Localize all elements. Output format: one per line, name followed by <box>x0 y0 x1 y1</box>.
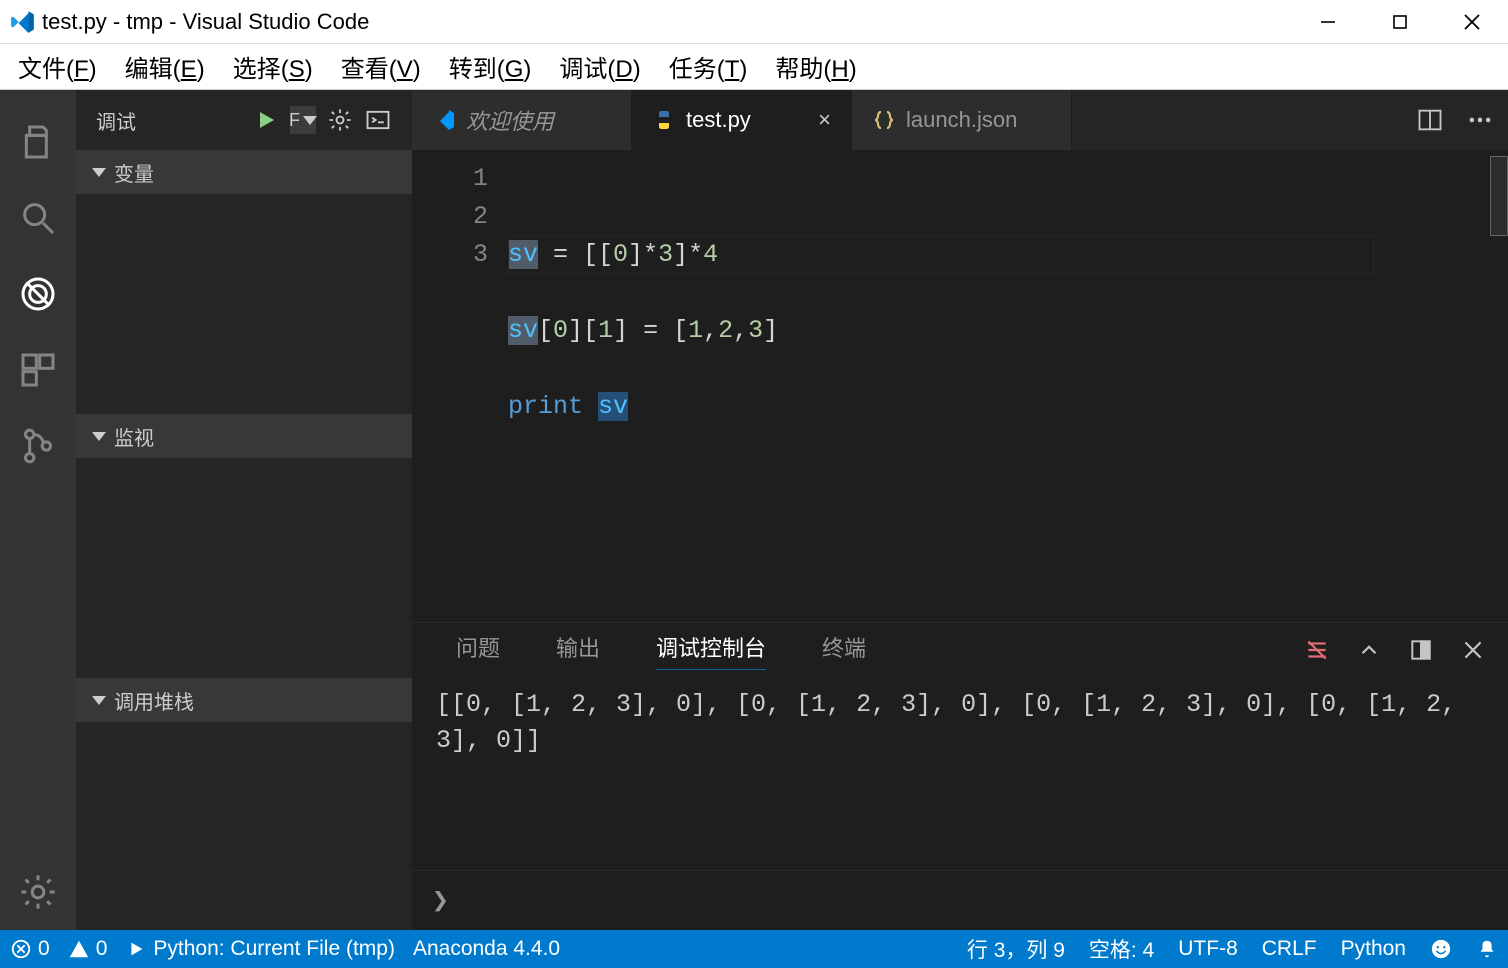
status-warnings[interactable]: 0 <box>68 937 108 961</box>
status-errors[interactable]: 0 <box>10 937 50 961</box>
line-number: 2 <box>412 198 488 236</box>
menu-select[interactable]: 选择(S) <box>219 49 327 84</box>
debug-header: 调试 F <box>76 90 412 150</box>
bottom-panel: 问题 输出 调试控制台 终端 [[0, [1, 2, 3], 0], [0, [… <box>412 622 1508 930</box>
tab-launchjson-label: launch.json <box>906 107 1017 133</box>
status-feedback-icon[interactable] <box>1430 938 1452 960</box>
tabbar: 欢迎使用 test.py × launch.json <box>412 90 1508 150</box>
tab-close-icon[interactable]: × <box>806 107 831 133</box>
close-button[interactable] <box>1436 0 1508 44</box>
activitybar <box>0 90 76 930</box>
close-panel-icon[interactable] <box>1460 637 1486 663</box>
extensions-icon[interactable] <box>0 332 76 408</box>
menu-file[interactable]: 文件(F) <box>4 49 111 84</box>
panel-tab-terminal[interactable]: 终端 <box>822 631 866 669</box>
panel-tabs: 问题 输出 调试控制台 终端 <box>412 623 1508 677</box>
window-title: test.py - tmp - Visual Studio Code <box>42 9 1292 35</box>
section-variables[interactable]: 变量 <box>76 150 412 194</box>
panel-tab-output[interactable]: 输出 <box>556 631 600 669</box>
split-editor-icon[interactable] <box>1416 106 1444 134</box>
menu-edit[interactable]: 编辑(E) <box>111 49 219 84</box>
start-debug-button[interactable] <box>252 106 280 134</box>
debug-console-input[interactable]: ❯ <box>412 870 1508 930</box>
minimap-slider[interactable] <box>1490 156 1508 236</box>
source-control-icon[interactable] <box>0 408 76 484</box>
vscode-icon <box>10 9 36 35</box>
window-controls <box>1292 0 1508 44</box>
status-language[interactable]: Python <box>1341 937 1406 961</box>
line-number: 1 <box>412 160 488 198</box>
search-icon[interactable] <box>0 180 76 256</box>
maximize-panel-icon[interactable] <box>1408 637 1434 663</box>
status-debug-launch[interactable]: Python: Current File (tmp) <box>125 937 395 961</box>
status-indentation[interactable]: 空格: 4 <box>1089 934 1154 964</box>
collapse-panel-icon[interactable] <box>1356 637 1382 663</box>
editor-group: 欢迎使用 test.py × launch.json 1 2 3 <box>412 90 1508 930</box>
debug-sidepanel: 调试 F 变量 监视 调用堆栈 <box>76 90 412 930</box>
section-watch[interactable]: 监视 <box>76 414 412 458</box>
python-file-icon <box>652 108 676 132</box>
debug-console-output[interactable]: [[0, [1, 2, 3], 0], [0, [1, 2, 3], 0], [… <box>412 677 1508 870</box>
maximize-button[interactable] <box>1364 0 1436 44</box>
tab-welcome-label: 欢迎使用 <box>466 104 554 136</box>
panel-tab-debugconsole[interactable]: 调试控制台 <box>656 631 766 670</box>
clear-console-icon[interactable] <box>1304 637 1330 663</box>
section-callstack-label: 调用堆栈 <box>114 686 194 715</box>
section-variables-body <box>76 194 412 414</box>
debug-header-label: 调试 <box>96 106 242 135</box>
status-encoding[interactable]: UTF-8 <box>1178 937 1238 961</box>
code-area[interactable]: sv = [[0]*3]*4 sv[0][1] = [1,2,3] print … <box>508 150 1398 622</box>
menu-help[interactable]: 帮助(H) <box>761 49 870 84</box>
tab-launchjson[interactable]: launch.json <box>852 90 1072 150</box>
tab-testpy[interactable]: test.py × <box>632 90 852 150</box>
gutter: 1 2 3 <box>412 150 508 622</box>
menu-go[interactable]: 转到(G) <box>435 49 546 84</box>
menubar: 文件(F) 编辑(E) 选择(S) 查看(V) 转到(G) 调试(D) 任务(T… <box>0 44 1508 90</box>
status-eol[interactable]: CRLF <box>1262 937 1317 961</box>
more-actions-icon[interactable] <box>1466 106 1494 134</box>
status-interpreter[interactable]: Anaconda 4.4.0 <box>413 937 560 961</box>
vscode-tab-icon <box>432 108 456 132</box>
debug-config-dropdown[interactable]: F <box>290 106 316 134</box>
tab-actions <box>1416 90 1508 150</box>
editor[interactable]: 1 2 3 sv = [[0]*3]*4 sv[0][1] = [1,2,3] … <box>412 150 1508 622</box>
minimap[interactable] <box>1398 150 1508 622</box>
debug-settings-icon[interactable] <box>326 106 354 134</box>
section-watch-label: 监视 <box>114 422 154 451</box>
debug-console-icon[interactable] <box>364 106 392 134</box>
status-cursor-position[interactable]: 行 3，列 9 <box>967 934 1065 964</box>
json-file-icon <box>872 108 896 132</box>
tab-testpy-label: test.py <box>686 107 751 133</box>
explorer-icon[interactable] <box>0 104 76 180</box>
tab-welcome[interactable]: 欢迎使用 <box>412 90 632 150</box>
titlebar: test.py - tmp - Visual Studio Code <box>0 0 1508 44</box>
cursor-line-highlight <box>508 236 1374 274</box>
section-callstack[interactable]: 调用堆栈 <box>76 678 412 722</box>
status-notifications-icon[interactable] <box>1476 938 1498 960</box>
menu-debug[interactable]: 调试(D) <box>545 49 654 84</box>
section-variables-label: 变量 <box>114 158 154 187</box>
panel-tab-problems[interactable]: 问题 <box>456 631 500 669</box>
menu-view[interactable]: 查看(V) <box>327 49 435 84</box>
section-watch-body <box>76 458 412 678</box>
line-number: 3 <box>412 236 488 274</box>
settings-gear-icon[interactable] <box>0 854 76 930</box>
statusbar: 0 0 Python: Current File (tmp) Anaconda … <box>0 930 1508 968</box>
menu-tasks[interactable]: 任务(T) <box>655 49 762 84</box>
debug-icon[interactable] <box>0 256 76 332</box>
minimize-button[interactable] <box>1292 0 1364 44</box>
